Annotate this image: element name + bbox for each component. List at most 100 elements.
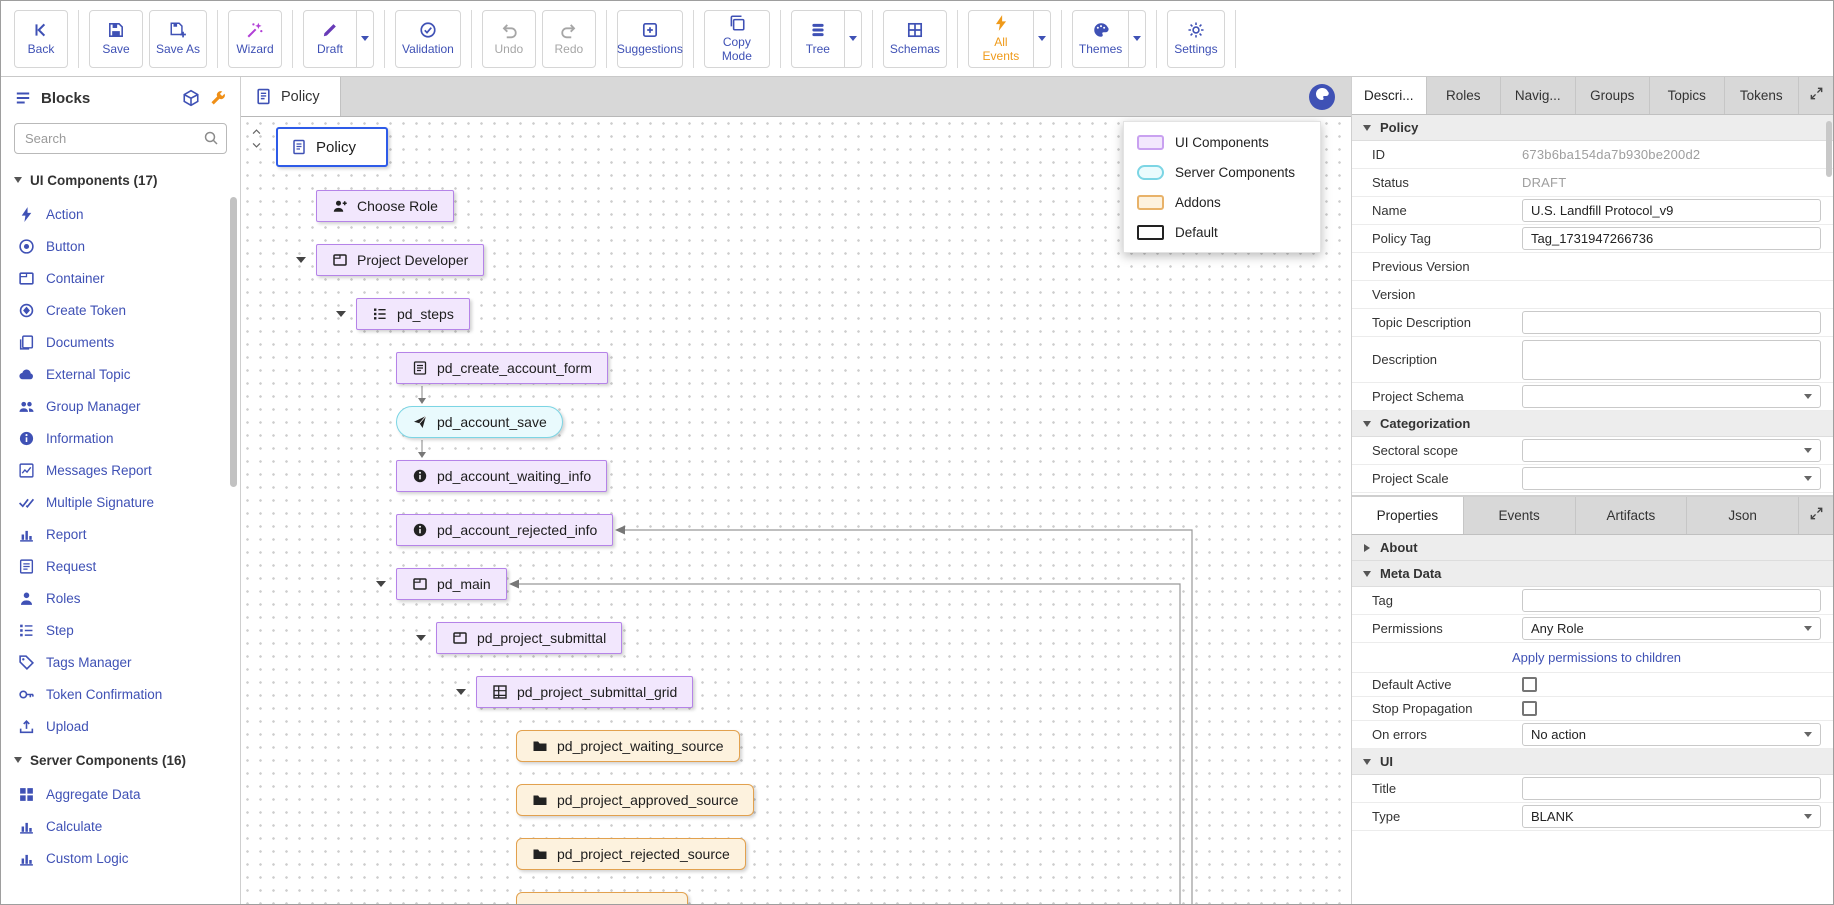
undo-button[interactable]: Undo — [482, 10, 536, 68]
tree-expand-caret[interactable] — [296, 257, 306, 263]
sidebar-scrollbar[interactable] — [230, 197, 237, 487]
validation-button[interactable]: Validation — [395, 10, 461, 68]
save-as-button[interactable]: Save As — [149, 10, 207, 68]
tree-expand-caret[interactable] — [336, 311, 346, 317]
tree-expand-caret[interactable] — [456, 689, 466, 695]
tree-expand-caret[interactable] — [416, 635, 426, 641]
topic-description-input[interactable] — [1522, 311, 1821, 334]
title-input[interactable] — [1522, 777, 1821, 800]
sidebar-item-custom-logic[interactable]: Custom Logic — [1, 842, 240, 874]
sidebar-item-multiple-signature[interactable]: Multiple Signature — [1, 486, 240, 518]
canvas-block-pd-project-rejected-source[interactable]: pd_project_rejected_source — [516, 838, 746, 870]
draft-button[interactable]: Draft — [303, 10, 357, 68]
sidebar-item-report[interactable]: Report — [1, 518, 240, 550]
sidebar-section-server-components-16[interactable]: Server Components (16) — [1, 742, 240, 778]
save-button[interactable]: Save — [89, 10, 143, 68]
on-errors-select[interactable]: No action — [1522, 723, 1821, 746]
policy-tag-input[interactable] — [1522, 227, 1821, 250]
tree-button[interactable]: Tree — [791, 10, 845, 68]
canvas-block-pd-project-submittal[interactable]: pd_project_submittal — [436, 622, 622, 654]
tab-properties[interactable]: Properties — [1352, 497, 1464, 534]
properties-panel-expand-button[interactable] — [1799, 497, 1833, 534]
section-header-ui[interactable]: UI — [1352, 749, 1833, 775]
tab-tokens[interactable]: Tokens — [1725, 77, 1800, 114]
canvas-block-pd-account-save[interactable]: pd_account_save — [396, 406, 563, 438]
draft-dropdown[interactable] — [357, 10, 374, 68]
tab-navig[interactable]: Navig... — [1501, 77, 1576, 114]
sidebar-item-messages-report[interactable]: Messages Report — [1, 454, 240, 486]
copy-mode-button[interactable]: Copy Mode — [704, 10, 770, 68]
canvas-block-pd-project-submittal-grid[interactable]: pd_project_submittal_grid — [476, 676, 693, 708]
schemas-button[interactable]: Schemas — [883, 10, 947, 68]
tab-roles[interactable]: Roles — [1427, 77, 1502, 114]
section-header-about[interactable]: About — [1352, 535, 1833, 561]
tab-artifacts[interactable]: Artifacts — [1576, 497, 1688, 534]
canvas-block-project-developer[interactable]: Project Developer — [316, 244, 484, 276]
description-panel-expand-button[interactable] — [1799, 77, 1833, 114]
all-events-button[interactable]: All Events — [968, 10, 1034, 68]
wizard-button[interactable]: Wizard — [228, 10, 282, 68]
tag-input[interactable] — [1522, 589, 1821, 612]
sidebar-item-tags-manager[interactable]: Tags Manager — [1, 646, 240, 678]
canvas-block-pd-account-waiting-info[interactable]: pd_account_waiting_info — [396, 460, 607, 492]
sidebar-section-ui-components-17[interactable]: UI Components (17) — [1, 162, 240, 198]
description-textarea[interactable] — [1522, 340, 1821, 380]
legend-toggle-button[interactable] — [1309, 84, 1335, 110]
suggestions-button[interactable]: Suggestions — [617, 10, 683, 68]
settings-button[interactable]: Settings — [1167, 10, 1224, 68]
project-schema-select[interactable] — [1522, 385, 1821, 408]
section-header-categorization[interactable]: Categorization — [1352, 411, 1833, 437]
canvas-block-pd-main[interactable]: pd_main — [396, 568, 507, 600]
canvas-block-pd-project-approved-source[interactable]: pd_project_approved_source — [516, 784, 754, 816]
permissions-select[interactable]: Any Role — [1522, 617, 1821, 640]
back-button[interactable]: Back — [14, 10, 68, 68]
tab-json[interactable]: Json — [1687, 497, 1799, 534]
sidebar-item-group-manager[interactable]: Group Manager — [1, 390, 240, 422]
sidebar-item-container[interactable]: Container — [1, 262, 240, 294]
sectoral-scope-select[interactable] — [1522, 439, 1821, 462]
project-scale-select[interactable] — [1522, 467, 1821, 490]
canvas-block-pd-create-account-form[interactable]: pd_create_account_form — [396, 352, 608, 384]
canvas-block-partial[interactable] — [516, 892, 688, 904]
canvas-block-pd-project-waiting-source[interactable]: pd_project_waiting_source — [516, 730, 740, 762]
search-input[interactable] — [14, 123, 227, 154]
redo-button[interactable]: Redo — [542, 10, 596, 68]
tab-groups[interactable]: Groups — [1576, 77, 1651, 114]
sidebar-item-create-token[interactable]: Create Token — [1, 294, 240, 326]
tools-icon[interactable] — [209, 89, 227, 107]
sidebar-item-roles[interactable]: Roles — [1, 582, 240, 614]
canvas-block-pd-steps[interactable]: pd_steps — [356, 298, 470, 330]
tab-events[interactable]: Events — [1464, 497, 1576, 534]
sidebar-item-calculate[interactable]: Calculate — [1, 810, 240, 842]
name-input[interactable] — [1522, 199, 1821, 222]
tab-descri[interactable]: Descri... — [1352, 77, 1427, 114]
collapse-all-control[interactable] — [249, 127, 265, 150]
sidebar-item-aggregate-data[interactable]: Aggregate Data — [1, 778, 240, 810]
sidebar-item-documents[interactable]: Documents — [1, 326, 240, 358]
themes-dropdown[interactable] — [1129, 10, 1146, 68]
tree-dropdown[interactable] — [845, 10, 862, 68]
description-panel-scrollbar[interactable] — [1826, 121, 1832, 177]
section-header-policy[interactable]: Policy — [1352, 115, 1833, 141]
section-header-meta-data[interactable]: Meta Data — [1352, 561, 1833, 587]
sidebar-item-information[interactable]: Information — [1, 422, 240, 454]
all-events-dropdown[interactable] — [1034, 10, 1051, 68]
sidebar-item-token-confirmation[interactable]: Token Confirmation — [1, 678, 240, 710]
apply-permissions-to-children-button[interactable]: Apply permissions to children — [1372, 643, 1821, 672]
canvas-block-pd-account-rejected-info[interactable]: pd_account_rejected_info — [396, 514, 613, 546]
sidebar-item-upload[interactable]: Upload — [1, 710, 240, 742]
tab-policy[interactable]: Policy — [241, 77, 341, 116]
canvas-block-choose-role[interactable]: Choose Role — [316, 190, 454, 222]
sidebar-item-external-topic[interactable]: External Topic — [1, 358, 240, 390]
canvas-block-policy[interactable]: Policy — [276, 127, 388, 167]
sidebar-item-request[interactable]: Request — [1, 550, 240, 582]
stop-propagation-checkbox[interactable] — [1522, 701, 1537, 716]
sidebar-item-action[interactable]: Action — [1, 198, 240, 230]
type-select[interactable]: BLANK — [1522, 805, 1821, 828]
sidebar-item-button[interactable]: Button — [1, 230, 240, 262]
cube-icon[interactable] — [182, 89, 200, 107]
sidebar-item-step[interactable]: Step — [1, 614, 240, 646]
default-active-checkbox[interactable] — [1522, 677, 1537, 692]
tab-topics[interactable]: Topics — [1650, 77, 1725, 114]
themes-button[interactable]: Themes — [1072, 10, 1129, 68]
